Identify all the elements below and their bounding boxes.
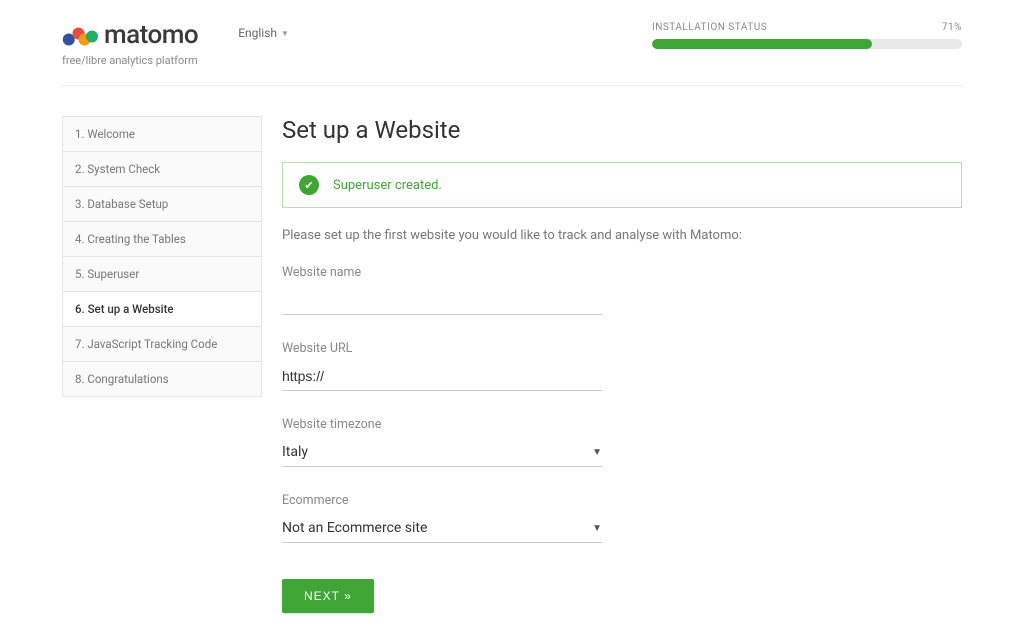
success-notice: Superuser created. bbox=[282, 162, 962, 208]
progress-bar bbox=[652, 39, 962, 49]
step-congratulations[interactable]: 8. Congratulations bbox=[63, 362, 261, 396]
timezone-select[interactable]: Italy ▼ bbox=[282, 438, 602, 467]
page-title: Set up a Website bbox=[282, 116, 962, 144]
sidebar: 1. Welcome 2. System Check 3. Database S… bbox=[62, 116, 262, 613]
brand-name: matomo bbox=[104, 20, 198, 50]
check-badge-icon bbox=[299, 175, 319, 195]
matomo-logo-icon bbox=[62, 23, 98, 47]
next-button[interactable]: NEXT » bbox=[282, 579, 374, 613]
chevron-down-icon: ▼ bbox=[592, 447, 602, 458]
ecommerce-select[interactable]: Not an Ecommerce site ▼ bbox=[282, 514, 602, 543]
website-url-input[interactable] bbox=[282, 362, 602, 391]
step-system-check[interactable]: 2. System Check bbox=[63, 152, 261, 187]
chevron-down-icon: ▼ bbox=[281, 29, 289, 38]
step-superuser[interactable]: 5. Superuser bbox=[63, 257, 261, 292]
progress-label: INSTALLATION STATUS bbox=[652, 22, 767, 33]
notice-text: Superuser created. bbox=[333, 178, 442, 193]
main-content: Set up a Website Superuser created. Plea… bbox=[282, 116, 962, 613]
website-url-label: Website URL bbox=[282, 341, 602, 356]
timezone-value: Italy bbox=[282, 444, 308, 460]
ecommerce-label: Ecommerce bbox=[282, 493, 602, 508]
step-database-setup[interactable]: 3. Database Setup bbox=[63, 187, 261, 222]
timezone-label: Website timezone bbox=[282, 417, 602, 432]
header: matomo free/libre analytics platform Eng… bbox=[62, 20, 962, 86]
website-name-label: Website name bbox=[282, 265, 602, 280]
ecommerce-value: Not an Ecommerce site bbox=[282, 520, 427, 536]
step-tracking-code[interactable]: 7. JavaScript Tracking Code bbox=[63, 327, 261, 362]
language-selector[interactable]: English ▼ bbox=[238, 20, 289, 40]
step-setup-website[interactable]: 6. Set up a Website bbox=[63, 292, 261, 327]
progress-block: INSTALLATION STATUS 71% bbox=[652, 20, 962, 49]
language-label: English bbox=[238, 26, 277, 40]
progress-percent: 71% bbox=[942, 22, 962, 33]
steps-list: 1. Welcome 2. System Check 3. Database S… bbox=[62, 116, 262, 397]
chevron-down-icon: ▼ bbox=[592, 523, 602, 534]
tagline: free/libre analytics platform bbox=[62, 54, 198, 67]
step-creating-tables[interactable]: 4. Creating the Tables bbox=[63, 222, 261, 257]
website-name-input[interactable] bbox=[282, 286, 602, 315]
progress-fill bbox=[652, 39, 872, 49]
logo-block: matomo free/libre analytics platform bbox=[62, 20, 198, 67]
intro-text: Please set up the first website you woul… bbox=[282, 228, 962, 243]
step-welcome[interactable]: 1. Welcome bbox=[63, 117, 261, 152]
